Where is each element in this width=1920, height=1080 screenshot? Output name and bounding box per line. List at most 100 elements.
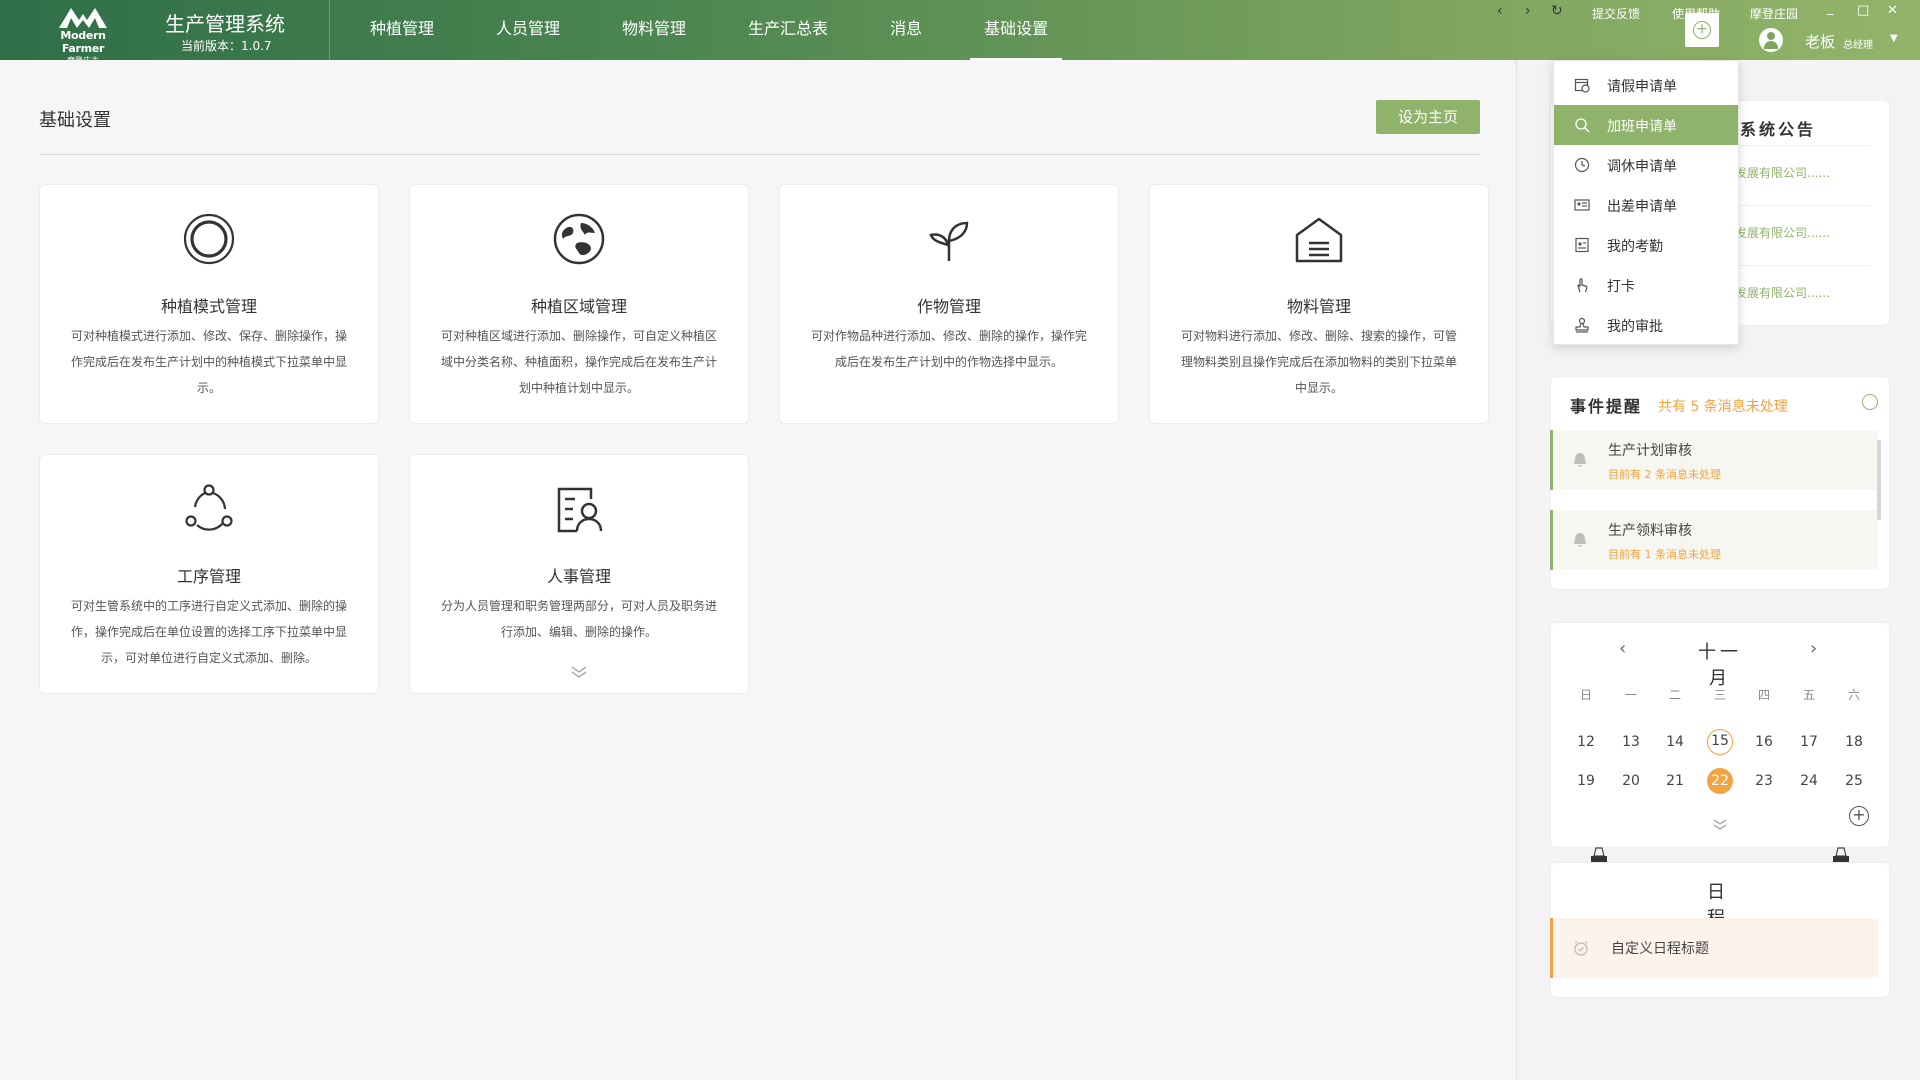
expand-calendar-icon[interactable]	[1711, 818, 1729, 832]
calendar-month: 十一月	[1698, 642, 1742, 689]
brand-area: Modern Farmer 摩登庄主 生产管理系统 当前版本：1.0.7	[0, 0, 330, 65]
calendar-day[interactable]: 23	[1751, 768, 1777, 794]
bell-icon	[1574, 533, 1586, 547]
calendar-day[interactable]: 16	[1751, 729, 1777, 755]
close-button[interactable]: ✕	[1887, 3, 1898, 18]
farm-link[interactable]: 摩登庄园	[1750, 5, 1798, 22]
expand-more-icon[interactable]	[569, 665, 589, 679]
card-process[interactable]: 工序管理 可对生管系统中的工序进行自定义式添加、删除的操作，操作完成后在单位设置…	[39, 454, 379, 694]
notice-divider	[1730, 265, 1870, 266]
refresh-history-icon[interactable]	[1862, 394, 1878, 410]
nav-messages[interactable]: 消息	[862, 0, 950, 60]
quick-add-dropdown: 请假申请单 加班申请单 调休申请单 出差申请单 我的考勤 打卡 我的审批	[1553, 60, 1739, 345]
bell-icon	[1574, 453, 1586, 467]
calendar-prev-month[interactable]: ‹	[1619, 638, 1626, 659]
user-name[interactable]: 老板	[1805, 31, 1835, 52]
quick-add-button[interactable]: +	[1685, 13, 1719, 47]
event-item-status: 目前有 2 条消息未处理	[1608, 468, 1721, 481]
calendar-day-today[interactable]: 15	[1707, 729, 1733, 755]
nav-production-summary[interactable]: 生产汇总表	[720, 0, 856, 60]
calendar-day[interactable]: 13	[1618, 729, 1644, 755]
menu-my-approvals[interactable]: 我的审批	[1554, 305, 1738, 345]
weekday-label: 一	[1624, 688, 1637, 702]
menu-item-label: 我的考勤	[1607, 239, 1663, 255]
refresh-icon[interactable]: ↻	[1551, 3, 1563, 19]
user-role: 总经理	[1843, 40, 1873, 51]
weekday-label: 三	[1713, 688, 1726, 702]
calendar-day[interactable]: 17	[1796, 729, 1822, 755]
calendar-day[interactable]: 19	[1573, 768, 1599, 794]
logo-mark-icon	[59, 8, 107, 28]
menu-clock-in[interactable]: 打卡	[1554, 265, 1738, 305]
card-personnel[interactable]: 人事管理 分为人员管理和职务管理两部分，可对人员及职务进行添加、编辑、删除的操作…	[409, 454, 749, 694]
calendar-day[interactable]: 12	[1573, 729, 1599, 755]
menu-overtime-request[interactable]: 加班申请单	[1554, 105, 1738, 145]
logo-text-en: Modern Farmer	[60, 29, 106, 55]
card-title: 种植区域管理	[530, 297, 627, 316]
nav-personnel[interactable]: 人员管理	[468, 0, 588, 60]
logo[interactable]: Modern Farmer 摩登庄主	[38, 4, 128, 65]
card-description: 分为人员管理和职务管理两部分，可对人员及职务进行添加、编辑、删除的操作。	[440, 599, 717, 639]
card-crop[interactable]: 作物管理 可对作物品种进行添加、修改、删除的操作，操作完成后在发布生产计划中的作…	[779, 184, 1119, 424]
nav-basic-settings[interactable]: 基础设置	[956, 0, 1076, 60]
event-item-status: 目前有 1 条消息未处理	[1608, 548, 1721, 561]
target-circle-icon	[183, 213, 235, 265]
maximize-button[interactable]: □	[1857, 3, 1869, 18]
card-description: 可对物料进行添加、修改、删除、搜索的操作，可管理物料类别且操作完成后在添加物料的…	[1180, 329, 1457, 395]
calendar-day[interactable]: 18	[1841, 729, 1867, 755]
schedule-item-title: 自定义日程标题	[1611, 941, 1709, 957]
card-title: 种植模式管理	[160, 297, 257, 316]
user-menu-chevron-down-icon[interactable]: ▼	[1890, 33, 1898, 44]
calendar-day[interactable]: 21	[1662, 768, 1688, 794]
card-material[interactable]: 物料管理 可对物料进行添加、修改、删除、搜索的操作，可管理物料类别且操作完成后在…	[1149, 184, 1489, 424]
calendar-day-selected[interactable]: 22	[1707, 768, 1733, 794]
nav-materials[interactable]: 物料管理	[594, 0, 714, 60]
menu-my-attendance[interactable]: 我的考勤	[1554, 225, 1738, 265]
card-title: 工序管理	[176, 567, 241, 586]
event-scrollbar[interactable]	[1877, 440, 1881, 520]
weekday-label: 五	[1802, 688, 1815, 702]
hand-tap-icon	[1577, 278, 1588, 293]
user-avatar[interactable]	[1759, 28, 1783, 52]
sprout-icon	[929, 221, 969, 261]
personnel-icon	[557, 487, 603, 533]
event-item-title: 生产领料审核	[1608, 523, 1692, 539]
menu-item-label: 出差申请单	[1607, 199, 1677, 215]
notice-item[interactable]: 发展有限公司......	[1735, 224, 1830, 241]
calendar-day[interactable]: 25	[1841, 768, 1867, 794]
main-nav: 种植管理 人员管理 物料管理 生产汇总表 消息 基础设置	[342, 0, 1082, 60]
system-version: 当前版本：1.0.7	[181, 39, 272, 53]
menu-item-label: 加班申请单	[1607, 119, 1677, 135]
set-home-button[interactable]: 设为主页	[1376, 100, 1480, 134]
feedback-link[interactable]: 提交反馈	[1592, 5, 1640, 22]
system-title: 生产管理系统	[165, 12, 285, 36]
card-planting-area[interactable]: 种植区域管理 可对种植区域进行添加、删除操作，可自定义种植区域中分类名称、种植面…	[409, 184, 749, 424]
schedule-item[interactable]: 自定义日程标题	[1550, 918, 1878, 978]
event-item[interactable]: 生产计划审核 目前有 2 条消息未处理	[1550, 430, 1878, 490]
weekday-label: 二	[1668, 688, 1681, 702]
nav-planting[interactable]: 种植管理	[342, 0, 462, 60]
calendar-day[interactable]: 24	[1796, 768, 1822, 794]
calendar-day[interactable]: 14	[1662, 729, 1688, 755]
page-title: 基础设置	[39, 110, 111, 131]
menu-item-label: 我的审批	[1607, 319, 1663, 335]
menu-leave-request[interactable]: 请假申请单	[1554, 65, 1738, 105]
calendar-day[interactable]: 20	[1618, 768, 1644, 794]
forward-arrow-icon[interactable]: ›	[1525, 3, 1531, 19]
menu-business-trip[interactable]: 出差申请单	[1554, 185, 1738, 225]
menu-item-label: 打卡	[1607, 279, 1635, 295]
notice-item[interactable]: 发展有限公司......	[1735, 284, 1830, 301]
event-item[interactable]: 生产领料审核 目前有 1 条消息未处理	[1550, 510, 1878, 570]
back-arrow-icon[interactable]: ‹	[1497, 3, 1503, 19]
calendar-next-month[interactable]: ›	[1810, 638, 1817, 659]
card-title: 人事管理	[546, 567, 611, 586]
notice-item[interactable]: 发展有限公司......	[1735, 164, 1830, 181]
main-content: 基础设置 设为主页 种植模式管理 可对种植模式进行添加、修改、保存、删除操作，操…	[0, 60, 1515, 1080]
card-title: 物料管理	[1286, 297, 1351, 316]
card-planting-mode[interactable]: 种植模式管理 可对种植模式进行添加、修改、保存、删除操作，操作完成后在发布生产计…	[39, 184, 379, 424]
add-schedule-plus-icon[interactable]: +	[1849, 806, 1869, 826]
minimize-button[interactable]: _	[1827, 1, 1834, 16]
menu-compensatory-leave[interactable]: 调休申请单	[1554, 145, 1738, 185]
search-person-icon	[1575, 118, 1590, 133]
event-summary: 共有 5 条消息未处理	[1658, 399, 1788, 415]
